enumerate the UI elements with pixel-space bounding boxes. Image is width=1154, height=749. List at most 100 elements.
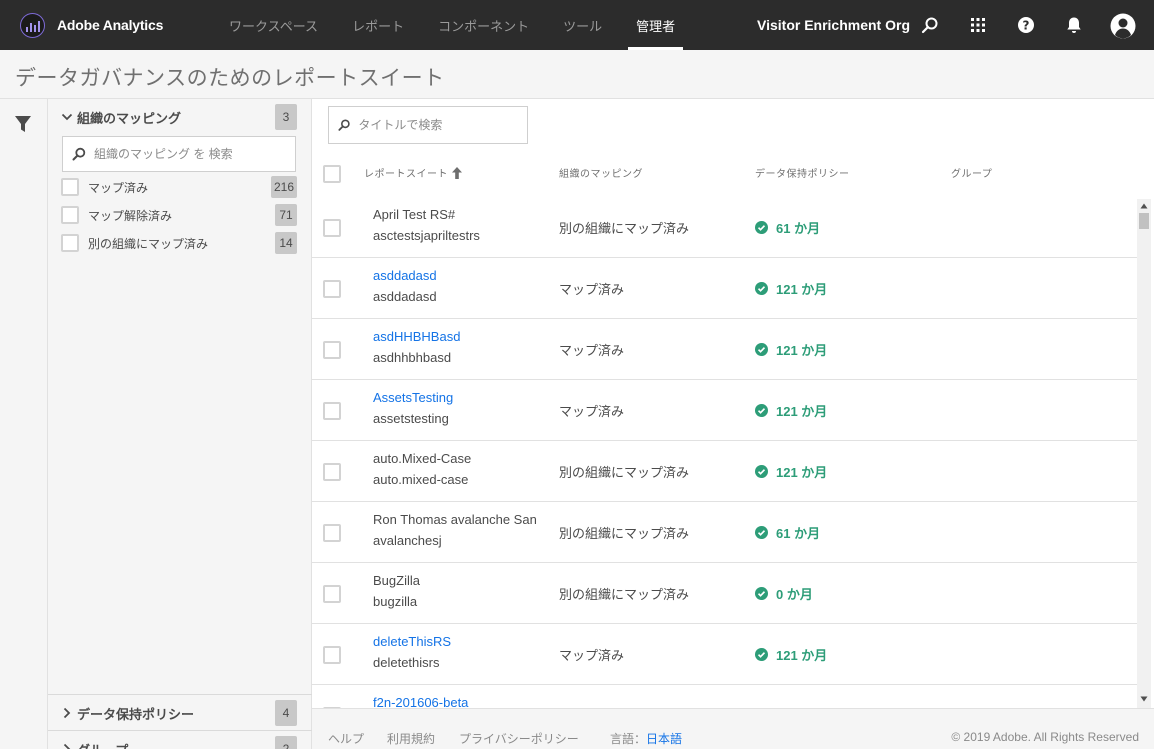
report-suite-name-link[interactable]: asdHHBHBasd — [373, 329, 538, 344]
report-suite-id: deletethisrs — [373, 655, 440, 670]
column-header-mapping[interactable]: 組織のマッピング — [559, 165, 643, 180]
report-suite-id: auto.mixed-case — [373, 472, 469, 487]
column-header-label: データ保持ポリシー — [755, 169, 850, 180]
table-scrollbar[interactable] — [1137, 199, 1151, 708]
footer-help-link[interactable]: ヘルプ — [328, 730, 364, 747]
filter-icon[interactable] — [13, 114, 33, 134]
table-row[interactable]: Ron Thomas avalanche San Jose avalanches… — [312, 502, 1138, 563]
row-checkbox[interactable] — [323, 341, 341, 359]
mapping-status: 別の組織にマップ済み — [559, 526, 690, 541]
retention-value: 121 か月 — [776, 282, 828, 297]
bell-icon[interactable] — [1062, 13, 1086, 37]
row-checkbox[interactable] — [323, 524, 341, 542]
mapping-filter-count: 3 — [275, 104, 297, 130]
filter-option-label: マップ解除済み — [88, 208, 173, 223]
table-row[interactable]: auto.Mixed-Case auto.mixed-case 別の組織にマップ… — [312, 441, 1138, 502]
table-row[interactable]: deleteThisRS deletethisrs マップ済み 121 か月 — [312, 624, 1138, 685]
nav-admin[interactable]: 管理者 — [628, 0, 684, 50]
language-label: 言語： — [610, 732, 647, 746]
filter-option-label: マップ済み — [88, 180, 149, 195]
footer-privacy-link[interactable]: プライバシーポリシー — [459, 730, 579, 747]
mapping-status: 別の組織にマップ済み — [559, 465, 690, 480]
column-header-report-suite[interactable]: レポートスイート — [364, 165, 463, 180]
mapping-search-field[interactable] — [62, 136, 296, 172]
checkbox[interactable] — [61, 178, 79, 196]
brand[interactable]: Adobe Analytics — [0, 12, 210, 38]
nav-tools[interactable]: ツール — [555, 0, 610, 50]
org-switcher[interactable]: Visitor Enrichment Org — [757, 0, 910, 50]
footer-language: 言語：日本語 — [610, 730, 682, 747]
groups-filter-header[interactable]: グループ 2 — [48, 731, 312, 749]
analytics-logo-icon — [20, 12, 45, 38]
column-header-groups[interactable]: グループ — [951, 165, 992, 180]
title-search-field[interactable] — [328, 106, 528, 144]
retention-value: 0 か月 — [776, 587, 813, 602]
report-suite-id: bugzilla — [373, 594, 418, 609]
filter-option-unmapped[interactable]: マップ解除済み 71 — [61, 202, 297, 228]
row-checkbox[interactable] — [323, 646, 341, 664]
retention-policy: 121 か月 — [755, 279, 827, 298]
search-icon — [338, 119, 350, 131]
column-header-retention[interactable]: データ保持ポリシー — [755, 165, 850, 180]
chevron-right-icon — [59, 741, 75, 749]
filter-option-other-org[interactable]: 別の組織にマップ済み 14 — [61, 230, 297, 256]
checkmark-circle-icon — [755, 404, 768, 417]
sort-ascending-icon — [452, 166, 462, 179]
checkbox[interactable] — [61, 234, 79, 252]
mapping-status: 別の組織にマップ済み — [559, 221, 690, 236]
report-suite-name: auto.Mixed-Case — [373, 451, 472, 466]
copyright: © 2019 Adobe. All Rights Reserved — [951, 730, 1139, 744]
footer-terms-link[interactable]: 利用規約 — [387, 730, 435, 747]
table-row[interactable]: f2n-201606-beta — [312, 685, 1138, 709]
retention-policy: 121 か月 — [755, 340, 827, 359]
table-row[interactable]: asddadasd asddadasd マップ済み 121 か月 — [312, 258, 1138, 319]
report-suite-name-link[interactable]: deleteThisRS — [373, 634, 538, 649]
mapping-filter-header[interactable]: 組織のマッピング 3 — [48, 99, 312, 135]
scroll-down-arrow-icon[interactable] — [1140, 695, 1148, 703]
scroll-thumb[interactable] — [1139, 213, 1149, 229]
nav-reports[interactable]: レポート — [344, 0, 412, 50]
left-rail — [0, 99, 48, 749]
row-checkbox[interactable] — [323, 463, 341, 481]
row-checkbox[interactable] — [323, 280, 341, 298]
chevron-right-icon — [59, 705, 75, 721]
search-icon[interactable] — [918, 13, 942, 37]
page-title: データガバナンスのためのレポートスイート — [15, 67, 445, 90]
report-suite-name-link[interactable]: AssetsTesting — [373, 390, 538, 405]
retention-value: 121 か月 — [776, 343, 828, 358]
report-suite-name-link[interactable]: asddadasd — [373, 268, 538, 283]
table-row[interactable]: April Test RS# asctestsjapriltestrs 別の組織… — [312, 197, 1138, 258]
report-suite-name-link[interactable]: f2n-201606-beta — [373, 695, 538, 709]
brand-name: Adobe Analytics — [57, 17, 164, 33]
title-search-input[interactable] — [358, 118, 527, 132]
select-all-checkbox[interactable] — [323, 165, 341, 183]
language-link[interactable]: 日本語 — [646, 732, 682, 746]
apps-icon[interactable] — [966, 13, 990, 37]
filter-option-count: 216 — [270, 176, 297, 198]
search-icon — [72, 147, 86, 161]
retention-filter-header[interactable]: データ保持ポリシー 4 — [48, 695, 312, 731]
table-row[interactable]: asdHHBHBasd asdhhbhbasd マップ済み 121 か月 — [312, 319, 1138, 380]
mapping-filter-title: 組織のマッピング — [77, 110, 182, 126]
mapping-status: 別の組織にマップ済み — [559, 587, 690, 602]
column-header-label: グループ — [951, 169, 993, 180]
mapping-search-input[interactable] — [94, 147, 284, 161]
row-checkbox[interactable] — [323, 402, 341, 420]
nav-components[interactable]: コンポーネント — [430, 0, 537, 50]
nav-workspace[interactable]: ワークスペース — [221, 0, 326, 50]
retention-policy: 61 か月 — [755, 218, 820, 237]
retention-policy: 121 か月 — [755, 462, 827, 481]
row-checkbox[interactable] — [323, 219, 341, 237]
help-icon[interactable]: ? — [1014, 13, 1038, 37]
row-checkbox[interactable] — [323, 585, 341, 603]
table-row[interactable]: BugZilla bugzilla 別の組織にマップ済み 0 か月 — [312, 563, 1138, 624]
checkmark-circle-icon — [755, 587, 768, 600]
checkbox[interactable] — [61, 206, 79, 224]
page-header: データガバナンスのためのレポートスイート — [0, 50, 1154, 99]
avatar-icon[interactable] — [1109, 12, 1136, 39]
groups-filter-title: グループ — [77, 740, 128, 749]
filter-option-mapped[interactable]: マップ済み 216 — [61, 174, 297, 200]
table-row[interactable]: AssetsTesting assetstesting マップ済み 121 か月 — [312, 380, 1138, 441]
scroll-up-arrow-icon[interactable] — [1140, 202, 1148, 210]
report-suite-id: asddadasd — [373, 289, 437, 304]
